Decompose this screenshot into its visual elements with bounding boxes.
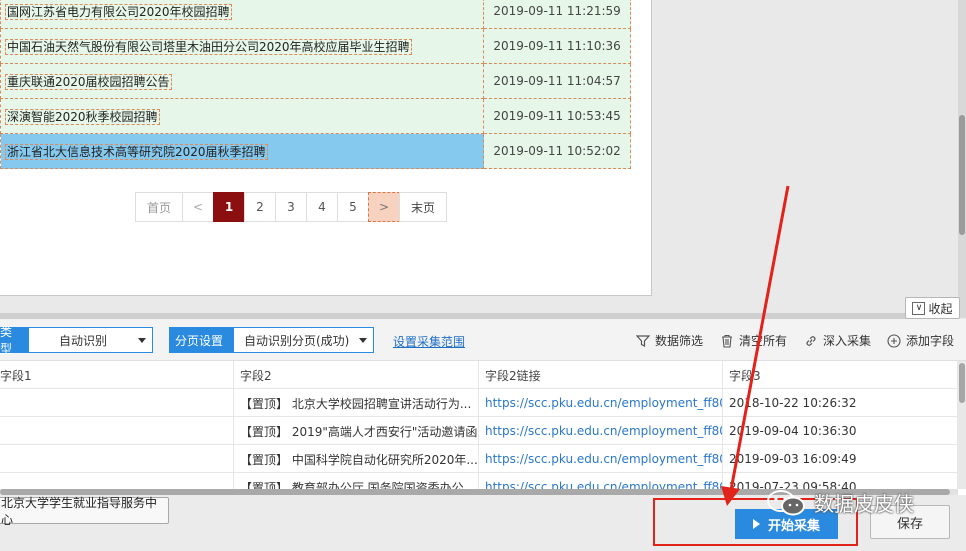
table-row[interactable]: 【置顶】 2019"高端人才西安行"活动邀请函 https://scc.pku.e… xyxy=(0,417,958,445)
collapse-label: 收起 xyxy=(928,301,953,316)
page-button-5[interactable]: 5 xyxy=(337,192,369,222)
link-icon xyxy=(806,335,816,346)
data-filter-button[interactable]: 数据筛选 xyxy=(636,332,703,349)
deep-collect-button[interactable]: 深入采集 xyxy=(804,332,871,349)
article-row[interactable]: 深演智能2020秋季校园招聘 2019-09-11 10:53:45 xyxy=(0,98,631,134)
paging-select-value: 自动识别分页(成功) xyxy=(244,333,350,348)
article-title-link[interactable]: 中国石油天然气股份有限公司塔里木油田分公司2020年高校应届毕业生招聘 xyxy=(5,38,412,55)
grid-scrollbar[interactable] xyxy=(958,361,966,489)
data-filter-label: 数据筛选 xyxy=(655,334,704,348)
article-row[interactable]: 浙江省北大信息技术高等研究院2020届秋季招聘 2019-09-11 10:52:… xyxy=(0,133,631,169)
set-scope-link[interactable]: 设置采集范围 xyxy=(393,333,465,350)
article-date-cell: 2019-09-11 11:21:59 xyxy=(483,0,631,29)
site-tab-button[interactable]: 北京大学学生就业指导服务中心 xyxy=(0,496,169,527)
scrollbar-thumb[interactable] xyxy=(959,115,965,235)
table-row[interactable]: 【置顶】 教育部办公厅 国务院国资委办公... https://scc.pku.e… xyxy=(0,473,958,489)
type-select-value: 自动识别 xyxy=(59,333,108,348)
article-title-cell[interactable]: 浙江省北大信息技术高等研究院2020届秋季招聘 xyxy=(0,133,485,169)
chevron-down-icon: ∨ xyxy=(912,301,926,315)
article-title-link[interactable]: 深演智能2020秋季校园招聘 xyxy=(5,108,160,125)
column-header-field2[interactable]: 字段2 xyxy=(234,361,479,389)
first-page-button[interactable]: 首页 xyxy=(135,192,183,222)
field2-cell[interactable]: 【置顶】 教育部办公厅 国务院国资委办公... xyxy=(234,473,479,489)
field3-cell[interactable]: 2019-07-23 09:58:40 xyxy=(723,473,958,489)
clear-all-label: 清空所有 xyxy=(739,334,788,348)
grid-header-row: 字段1 字段2 字段2链接 字段3 xyxy=(0,361,958,389)
field1-cell[interactable] xyxy=(0,473,234,489)
article-title-link[interactable]: 浙江省北大信息技术高等研究院2020届秋季招聘 xyxy=(5,143,268,160)
trash-icon xyxy=(722,334,732,348)
extraction-toolbar: 类型 自动识别 分页设置 自动识别分页(成功) 设置采集范围 数据筛选 清空所有… xyxy=(0,319,966,361)
last-page-button[interactable]: 末页 xyxy=(399,192,447,222)
pagination: 首页 < 1 2 3 4 5 > 末页 xyxy=(135,192,447,222)
field2-cell[interactable]: 【置顶】 2019"高端人才西安行"活动邀请函 xyxy=(234,417,479,445)
field2-cell[interactable]: 【置顶】 中国科学院自动化研究所2020年... xyxy=(234,445,479,473)
field3-cell[interactable]: 2019-09-03 16:09:49 xyxy=(723,445,958,473)
field2-link-cell[interactable]: https://scc.pku.edu.cn/employment_ff808.… xyxy=(479,445,723,473)
paging-select[interactable]: 自动识别分页(成功) xyxy=(233,327,374,353)
article-title-link[interactable]: 国网江苏省电力有限公司2020年校园招聘 xyxy=(5,3,232,20)
filter-icon xyxy=(636,334,650,347)
add-field-label: 添加字段 xyxy=(906,334,955,348)
wechat-icon xyxy=(767,489,805,515)
next-page-button[interactable]: > xyxy=(368,192,400,222)
field3-cell[interactable]: 2018-10-22 10:26:32 xyxy=(723,389,958,417)
field2-link-cell[interactable]: https://scc.pku.edu.cn/employment_ff808.… xyxy=(479,389,723,417)
table-row[interactable]: 【置顶】 北京大学校园招聘宣讲活动行为... https://scc.pku.ed… xyxy=(0,389,958,417)
article-title-link[interactable]: 重庆联通2020届校园招聘公告 xyxy=(5,73,172,90)
collapse-button[interactable]: ∨ 收起 xyxy=(905,297,960,319)
article-row[interactable]: 中国石油天然气股份有限公司塔里木油田分公司2020年高校应届毕业生招聘 2019-… xyxy=(0,28,631,64)
column-header-field1[interactable]: 字段1 xyxy=(0,361,234,389)
article-title-cell[interactable]: 中国石油天然气股份有限公司塔里木油田分公司2020年高校应届毕业生招聘 xyxy=(0,28,485,64)
article-title-cell[interactable]: 国网江苏省电力有限公司2020年校园招聘 xyxy=(0,0,485,29)
article-title-cell[interactable]: 深演智能2020秋季校园招聘 xyxy=(0,98,485,134)
clear-all-button[interactable]: 清空所有 xyxy=(720,332,787,349)
article-date-cell: 2019-09-11 10:52:02 xyxy=(483,133,631,169)
column-header-field3[interactable]: 字段3 xyxy=(723,361,958,389)
page-button-3[interactable]: 3 xyxy=(275,192,307,222)
preview-scrollbar[interactable] xyxy=(958,0,966,318)
table-row[interactable]: 【置顶】 中国科学院自动化研究所2020年... https://scc.pku.… xyxy=(0,445,958,473)
page-button-2[interactable]: 2 xyxy=(244,192,276,222)
caret-down-icon xyxy=(138,337,146,343)
field2-link-cell[interactable]: https://scc.pku.edu.cn/employment_ff808.… xyxy=(479,473,723,489)
field1-cell[interactable] xyxy=(0,417,234,445)
extracted-data-grid: 字段1 字段2 字段2链接 字段3 【置顶】 北京大学校园招聘宣讲活动行为...… xyxy=(0,361,958,489)
paging-label: 分页设置 xyxy=(169,327,233,353)
prev-page-button[interactable]: < xyxy=(182,192,214,222)
article-date-cell: 2019-09-11 10:53:45 xyxy=(483,98,631,134)
article-date-cell: 2019-09-11 11:04:57 xyxy=(483,63,631,99)
field2-link-cell[interactable]: https://scc.pku.edu.cn/employment_ff808.… xyxy=(479,417,723,445)
watermark-text: 数据皮皮侠 xyxy=(814,492,914,516)
scrollbar-thumb[interactable] xyxy=(959,363,965,403)
caret-down-icon xyxy=(359,337,367,343)
article-row[interactable]: 重庆联通2020届校园招聘公告 2019-09-11 11:04:57 xyxy=(0,63,631,99)
article-list: 国网江苏省电力有限公司2020年校园招聘 2019-09-11 11:21:59 中… xyxy=(0,0,631,169)
column-header-field2-link[interactable]: 字段2链接 xyxy=(479,361,723,389)
watermark: 数据皮皮侠 xyxy=(766,488,914,517)
web-preview: 国网江苏省电力有限公司2020年校园招聘 2019-09-11 11:21:59 中… xyxy=(0,0,652,296)
type-select[interactable]: 自动识别 xyxy=(28,327,153,353)
article-date-cell: 2019-09-11 11:10:36 xyxy=(483,28,631,64)
add-field-button[interactable]: 添加字段 xyxy=(887,332,954,349)
field3-cell[interactable]: 2019-09-04 10:36:30 xyxy=(723,417,958,445)
field1-cell[interactable] xyxy=(0,445,234,473)
deep-collect-label: 深入采集 xyxy=(823,334,872,348)
page-button-4[interactable]: 4 xyxy=(306,192,338,222)
plus-circle-icon xyxy=(887,333,901,348)
page-button-1[interactable]: 1 xyxy=(213,192,245,222)
field1-cell[interactable] xyxy=(0,389,234,417)
article-title-cell[interactable]: 重庆联通2020届校园招聘公告 xyxy=(0,63,485,99)
article-row[interactable]: 国网江苏省电力有限公司2020年校园招聘 2019-09-11 11:21:59 xyxy=(0,0,631,29)
field2-cell[interactable]: 【置顶】 北京大学校园招聘宣讲活动行为... xyxy=(234,389,479,417)
type-label: 类型 xyxy=(0,325,28,356)
